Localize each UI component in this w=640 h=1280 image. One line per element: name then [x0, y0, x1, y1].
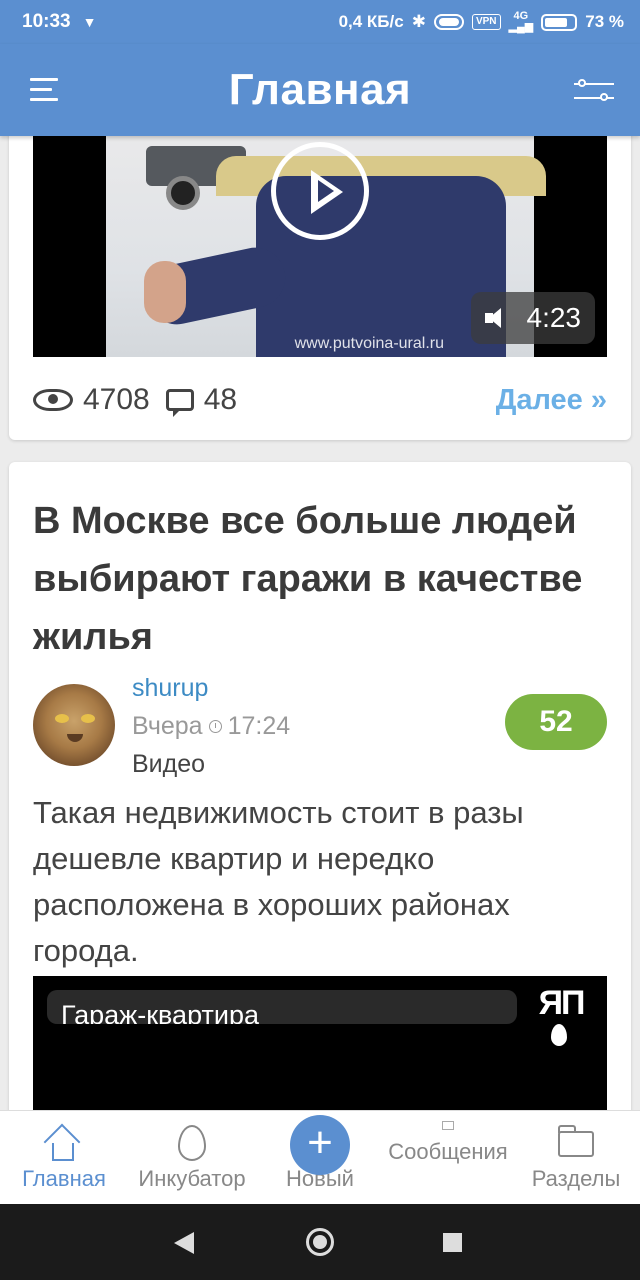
menu-icon[interactable]	[30, 78, 60, 102]
play-icon[interactable]	[271, 142, 369, 240]
network-type: 4G	[513, 10, 529, 22]
views-count: 4708	[83, 383, 150, 416]
shield-icon: ▼	[82, 14, 97, 30]
battery-icon	[541, 13, 578, 31]
post-category[interactable]: Видео	[132, 750, 205, 779]
nav-home[interactable]: Главная	[0, 1111, 128, 1205]
post-date: Вчера 17:24	[132, 712, 290, 741]
rating-badge[interactable]: 52	[505, 694, 607, 750]
home-circle-icon[interactable]	[306, 1228, 334, 1256]
status-bar: 10:33 ▼ 0,4 КБ/с ✱ VPN 4G ▂▄▆ 73 %	[0, 0, 640, 44]
bluetooth-icon: ✱	[411, 12, 426, 31]
status-right: 0,4 КБ/с ✱ VPN 4G ▂▄▆ 73 %	[339, 11, 624, 33]
avatar-eye	[55, 714, 69, 723]
folder-icon	[558, 1125, 594, 1157]
video-duration-badge: 4:23	[470, 292, 595, 344]
comment-icon	[165, 389, 194, 417]
filter-icon[interactable]	[574, 78, 614, 104]
post-day: Вчера	[132, 712, 203, 740]
post-stats: 4708 48 Далее »	[33, 380, 607, 420]
video-watermark: www.putvoina-ural.ru	[294, 335, 444, 352]
author-name[interactable]: shurup	[132, 674, 208, 703]
post-excerpt: Такая недвижимость стоит в разы дешевле …	[33, 795, 524, 968]
video-scene-hand	[144, 261, 186, 323]
nav-home-label: Главная	[22, 1166, 106, 1191]
avatar[interactable]	[33, 684, 115, 766]
clock-icon	[208, 720, 222, 733]
nav-incubator[interactable]: Инкубатор	[128, 1111, 256, 1205]
nav-sections-label: Разделы	[531, 1166, 621, 1191]
nav-messages[interactable]: Сообщения	[384, 1111, 512, 1205]
vpn-badge: VPN	[471, 14, 501, 30]
back-icon[interactable]	[174, 1232, 194, 1254]
screen: 10:33 ▼ 0,4 КБ/с ✱ VPN 4G ▂▄▆ 73 % Главна…	[0, 0, 640, 1280]
bottom-nav: Главная Инкубатор Новый + Сообщения Разд…	[0, 1110, 640, 1204]
nav-sections[interactable]: Разделы	[512, 1111, 640, 1205]
post-title[interactable]: В Москве все больше людей выбирают гараж…	[33, 492, 613, 666]
nav-messages-label: Сообщения	[388, 1139, 508, 1164]
data-saver-icon	[433, 14, 464, 30]
avatar-eye	[81, 714, 95, 723]
read-more-link[interactable]: Далее »	[496, 384, 607, 417]
video-caption: Гараж-квартира	[47, 990, 517, 1024]
status-time: 10:33	[22, 11, 71, 32]
plus-icon[interactable]: +	[290, 1115, 350, 1175]
channel-logo: ЯП	[529, 984, 593, 1048]
video-scene-wheel	[166, 176, 200, 210]
post-card: В Москве все больше людей выбирают гараж…	[9, 462, 631, 1142]
recents-icon[interactable]	[443, 1233, 462, 1252]
home-body	[52, 1143, 74, 1161]
nav-incubator-label: Инкубатор	[138, 1166, 246, 1191]
channel-logo-text: ЯП	[538, 984, 586, 1022]
avatar-mouth	[67, 734, 83, 742]
page-title: Главная	[228, 65, 412, 114]
battery-level: 73 %	[585, 12, 624, 31]
mail-icon	[442, 1121, 454, 1130]
post-card: www.putvoina-ural.ru 4:23 4708 48 Далее …	[9, 100, 631, 440]
signal-icon: 4G ▂▄▆	[508, 10, 534, 33]
home-icon	[43, 1123, 81, 1161]
post-time: 17:24	[227, 712, 291, 740]
drop-icon	[551, 1024, 567, 1046]
comments-count[interactable]: 48	[204, 383, 237, 417]
egg-icon	[178, 1125, 206, 1161]
app-header: Главная	[0, 44, 640, 136]
video-duration: 4:23	[526, 302, 582, 333]
video-player[interactable]: www.putvoina-ural.ru 4:23	[33, 136, 607, 357]
eye-icon	[33, 389, 73, 411]
network-speed: 0,4 КБ/с	[338, 12, 404, 31]
system-nav-bar	[0, 1204, 640, 1280]
speaker-icon	[484, 305, 511, 331]
